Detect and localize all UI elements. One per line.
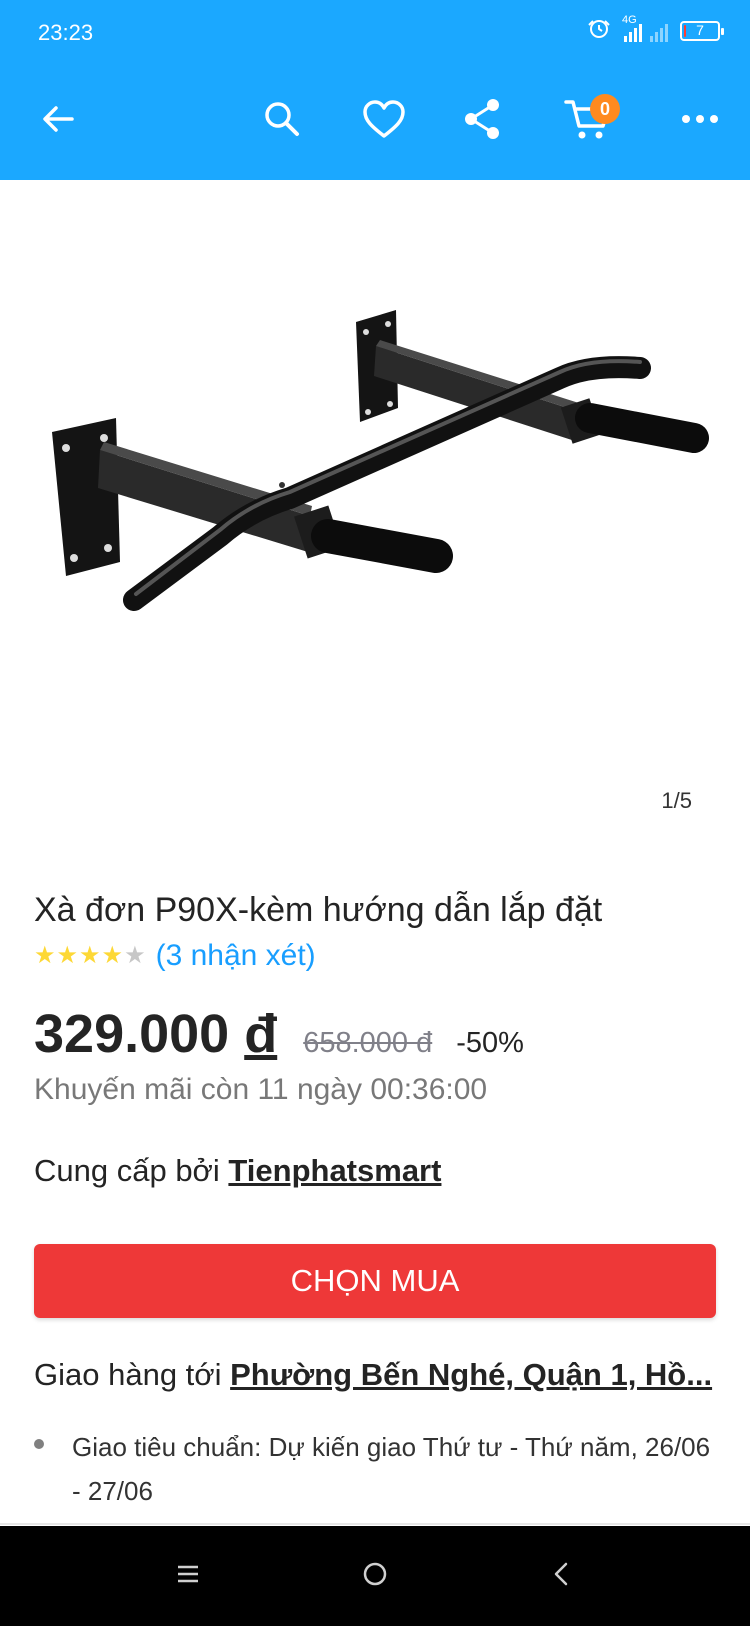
home-button[interactable] xyxy=(353,1554,397,1598)
star-icon: ★ xyxy=(124,942,146,969)
bullet-icon xyxy=(34,1439,44,1449)
promo-countdown: Khuyến mãi còn 11 ngày 00:36:00 xyxy=(34,1073,488,1106)
back-arrow-icon xyxy=(38,99,78,144)
status-icons: 4G 7 xyxy=(586,14,724,47)
status-time: 23:23 xyxy=(38,20,94,45)
shipping-detail: Giao tiêu chuẩn: Dự kiến giao Thứ tư - T… xyxy=(34,1425,714,1513)
menu-button[interactable] xyxy=(166,1554,210,1598)
back-button[interactable] xyxy=(28,62,88,180)
star-icon: ★ xyxy=(56,942,79,969)
system-nav-bar xyxy=(0,1526,750,1626)
share-button[interactable] xyxy=(452,62,512,180)
search-button[interactable] xyxy=(252,62,312,180)
alarm-icon xyxy=(586,16,612,47)
discount-badge: -50% xyxy=(456,1027,524,1059)
heart-icon xyxy=(361,98,407,145)
image-counter: 1/5 xyxy=(661,788,692,813)
battery-level-text: 7 xyxy=(696,22,704,38)
battery-icon: 7 xyxy=(680,21,724,41)
original-price: 658.000 đ xyxy=(303,1027,433,1059)
back-icon xyxy=(550,1560,574,1593)
rating-row: ★ ★ ★ ★ ★ (3 nhận xét) xyxy=(34,934,316,978)
share-icon xyxy=(461,97,503,146)
search-icon xyxy=(261,98,303,145)
more-button[interactable] xyxy=(676,62,724,180)
product-title: Xà đơn P90X-kèm hướng dẫn lắp đặt xyxy=(34,891,603,929)
star-icon: ★ xyxy=(79,942,101,969)
shipping-address-link[interactable]: Phường Bến Nghé, Quận 1, Hồ... xyxy=(230,1357,712,1392)
current-price: 329.000 đ xyxy=(34,1003,277,1065)
cart-count-badge: 0 xyxy=(590,94,620,124)
rating-stars: ★ ★ ★ ★ ★ xyxy=(34,944,146,968)
cart-button[interactable]: 0 xyxy=(552,62,622,180)
pull-up-bar-image xyxy=(52,310,709,611)
top-nav: 0 xyxy=(0,62,750,180)
home-icon xyxy=(361,1560,389,1593)
price-currency: đ xyxy=(244,1004,278,1064)
seller-link[interactable]: Tienphatsmart xyxy=(228,1153,441,1188)
star-icon: ★ xyxy=(34,942,56,969)
network-label: 4G xyxy=(622,14,637,26)
star-icon: ★ xyxy=(101,942,124,969)
signal-icon: 4G xyxy=(622,14,668,42)
seller-row: Cung cấp bởi Tienphatsmart xyxy=(34,1153,441,1189)
more-icon xyxy=(680,112,720,130)
shipping-prefix: Giao hàng tới xyxy=(34,1357,222,1392)
price-value: 329.000 xyxy=(34,1004,230,1064)
favorite-button[interactable] xyxy=(352,62,416,180)
reviews-link[interactable]: (3 nhận xét) xyxy=(156,939,316,973)
product-gallery[interactable]: 1/5 xyxy=(0,180,750,830)
shipping-address-row[interactable]: Giao hàng tới Phường Bến Nghé, Quận 1, H… xyxy=(34,1357,724,1393)
status-bar: 23:23 4G 7 xyxy=(0,0,750,62)
system-back-button[interactable] xyxy=(540,1554,584,1598)
price-row: 329.000 đ 658.000 đ -50% xyxy=(34,1003,524,1065)
divider xyxy=(0,1523,750,1525)
shipping-estimate: Giao tiêu chuẩn: Dự kiến giao Thứ tư - T… xyxy=(72,1432,711,1506)
menu-icon xyxy=(175,1563,201,1590)
seller-prefix: Cung cấp bởi xyxy=(34,1153,220,1188)
buy-button[interactable]: CHỌN MUA xyxy=(34,1244,716,1318)
